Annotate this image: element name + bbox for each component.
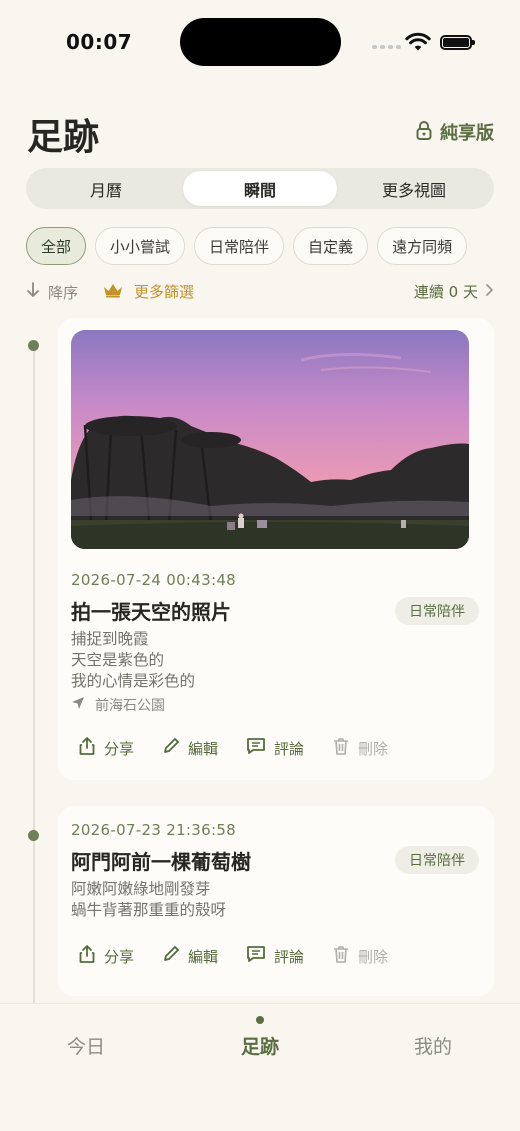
location-label: 前海石公園 <box>95 698 165 714</box>
share-button[interactable]: 分享 <box>78 944 134 968</box>
trash-icon <box>332 736 350 760</box>
arrow-down-icon <box>26 281 40 303</box>
tab-moments[interactable]: 瞬間 <box>183 171 337 206</box>
premium-button[interactable]: 純享版 <box>416 119 494 145</box>
sort-label: 降序 <box>48 283 79 302</box>
cellular-signal-icon <box>372 45 401 49</box>
edit-button[interactable]: 編輯 <box>162 737 218 759</box>
share-icon <box>78 944 96 968</box>
moment-title: 拍一張天空的照片 <box>71 600 231 624</box>
filter-chip-far-sync[interactable]: 遠方同頻 <box>377 227 468 265</box>
bottom-nav: 今日 足跡 我的 <box>0 1003 520 1131</box>
comment-icon <box>246 737 266 759</box>
moment-line: 阿嫩阿嫩綠地剛發芽 <box>71 880 211 898</box>
delete-button[interactable]: 刪除 <box>332 944 388 968</box>
tab-more-views[interactable]: 更多視圖 <box>337 171 491 206</box>
pencil-icon <box>162 945 180 967</box>
moment-timestamp: 2026-07-24 00:43:48 <box>71 571 237 589</box>
moment-body: 阿嫩阿嫩綠地剛發芽 蝸牛背著那重重的殼呀 <box>71 879 226 921</box>
moment-tag[interactable]: 日常陪伴 <box>395 846 479 874</box>
timeline-dot <box>28 830 39 841</box>
edit-button[interactable]: 編輯 <box>162 945 218 967</box>
comment-label: 評論 <box>274 739 305 758</box>
delete-button[interactable]: 刪除 <box>332 736 388 760</box>
share-button[interactable]: 分享 <box>78 736 134 760</box>
timeline-line <box>33 345 35 1005</box>
moment-actions: 分享 編輯 評論 刪除 <box>78 944 416 968</box>
moment-line: 捕捉到晚霞 <box>71 630 149 648</box>
moment-title: 阿門阿前一棵葡萄樹 <box>71 850 251 874</box>
filter-chips: 全部 小小嘗試 日常陪伴 自定義 遠方同頻 <box>26 227 468 265</box>
moment-line: 天空是紫色的 <box>71 651 165 669</box>
filter-chip-small-tries[interactable]: 小小嘗試 <box>95 227 186 265</box>
share-icon <box>78 736 96 760</box>
edit-label: 編輯 <box>188 947 219 966</box>
moment-card[interactable]: 2026-07-23 21:36:58 阿門阿前一棵葡萄樹 日常陪伴 阿嫩阿嫩綠… <box>58 806 494 996</box>
moment-timestamp: 2026-07-23 21:36:58 <box>71 821 237 839</box>
status-time: 00:07 <box>66 30 133 54</box>
crown-icon <box>102 282 124 302</box>
sort-button[interactable]: 降序 <box>26 281 78 303</box>
delete-label: 刪除 <box>358 947 389 966</box>
battery-icon <box>440 35 475 50</box>
tab-calendar[interactable]: 月曆 <box>29 171 183 206</box>
comment-button[interactable]: 評論 <box>246 945 304 967</box>
nav-me[interactable]: 我的 <box>383 1032 483 1059</box>
wifi-icon <box>405 32 431 56</box>
sort-row: 降序 更多篩選 連續 0 天 <box>26 281 494 303</box>
more-filter-button[interactable]: 更多篩選 <box>102 281 194 302</box>
comment-label: 評論 <box>274 947 305 966</box>
chevron-right-icon <box>484 283 494 301</box>
edit-label: 編輯 <box>188 739 219 758</box>
moment-tag[interactable]: 日常陪伴 <box>395 597 479 625</box>
delete-label: 刪除 <box>358 739 389 758</box>
nav-footprints[interactable]: 足跡 <box>210 1032 310 1059</box>
location-arrow-icon <box>71 696 85 714</box>
filter-chip-all[interactable]: 全部 <box>26 227 87 265</box>
trash-icon <box>332 944 350 968</box>
page-title: 足跡 <box>27 117 100 158</box>
timeline-dot <box>28 340 39 351</box>
comment-icon <box>246 945 266 967</box>
filter-chip-custom[interactable]: 自定義 <box>293 227 369 265</box>
share-label: 分享 <box>104 739 135 758</box>
streak-label: 連續 0 天 <box>413 283 478 301</box>
moment-photo[interactable] <box>71 330 469 549</box>
lock-icon <box>416 120 432 145</box>
moment-line: 我的心情是彩色的 <box>71 672 196 690</box>
comment-button[interactable]: 評論 <box>246 737 304 759</box>
nav-today[interactable]: 今日 <box>36 1032 136 1059</box>
moment-line: 蝸牛背著那重重的殼呀 <box>71 901 227 919</box>
moment-location: 前海石公園 <box>71 695 165 715</box>
more-filter-label: 更多篩選 <box>134 283 195 301</box>
dynamic-island <box>180 18 341 66</box>
moment-actions: 分享 編輯 評論 刪除 <box>78 736 416 760</box>
screen: 00:07 足跡 純享版 月曆 瞬間 更多視圖 全部 小小嘗試 日常陪伴 自定義 <box>0 0 520 1131</box>
share-label: 分享 <box>104 947 135 966</box>
premium-label: 純享版 <box>440 123 494 144</box>
view-segmented-control: 月曆 瞬間 更多視圖 <box>26 168 494 209</box>
moment-body: 捕捉到晚霞 天空是紫色的 我的心情是彩色的 <box>71 629 195 692</box>
active-indicator-dot <box>256 1016 264 1024</box>
filter-chip-daily[interactable]: 日常陪伴 <box>194 227 285 265</box>
pencil-icon <box>162 737 180 759</box>
moment-card[interactable]: 2026-07-24 00:43:48 拍一張天空的照片 日常陪伴 捕捉到晚霞 … <box>58 318 494 780</box>
streak-button[interactable]: 連續 0 天 <box>414 281 494 302</box>
